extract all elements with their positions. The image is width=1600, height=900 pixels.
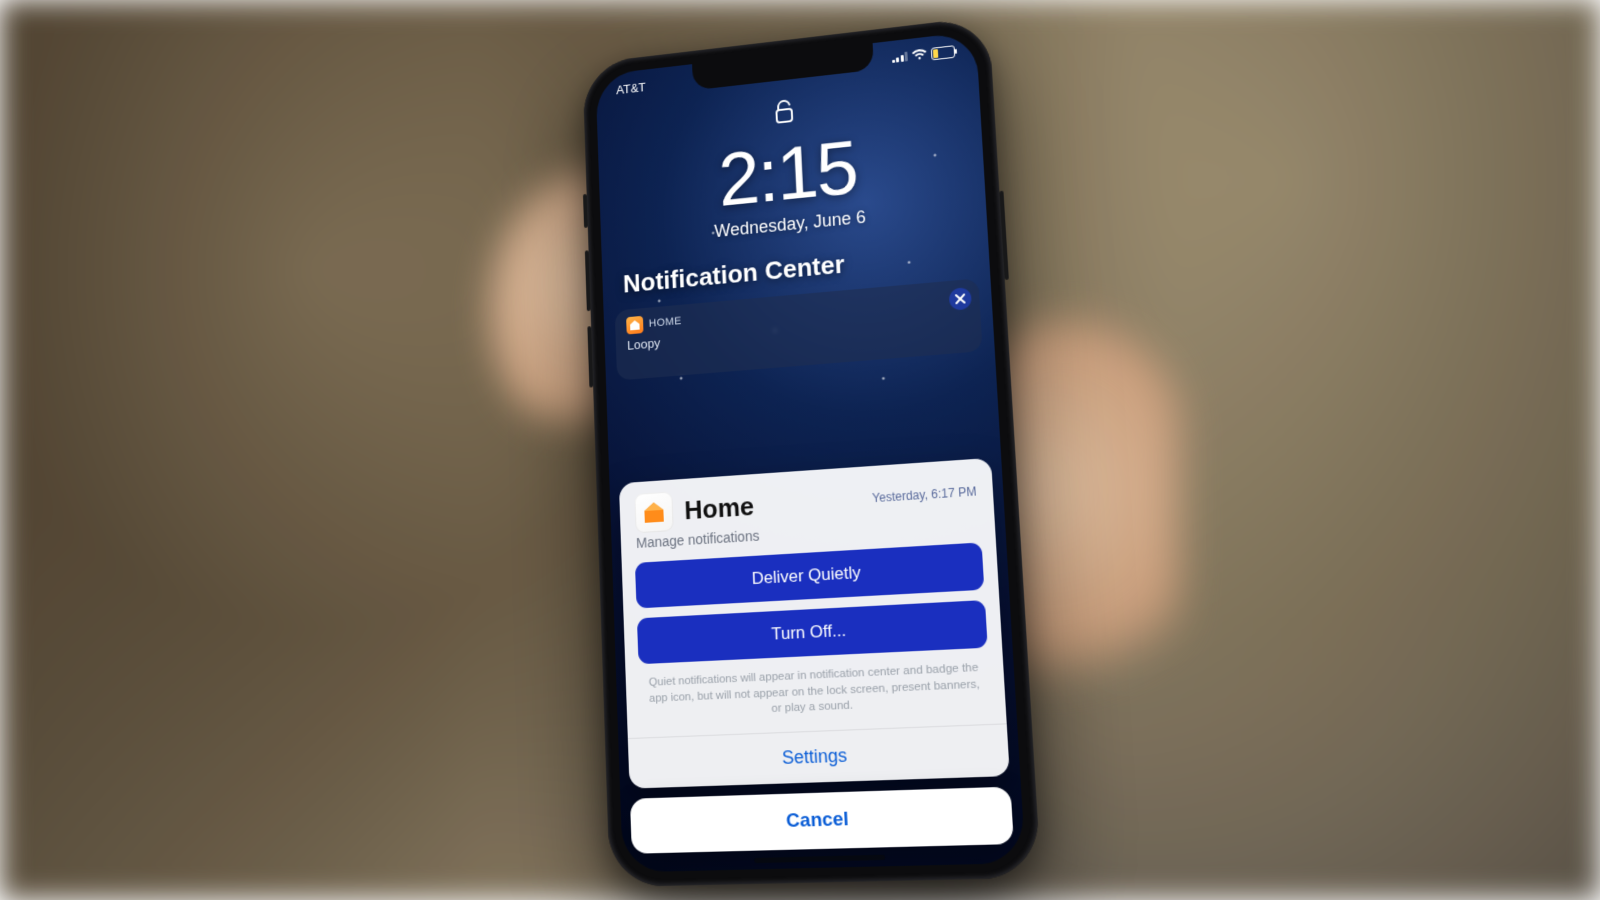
wifi-icon — [911, 48, 927, 61]
sheet-app-name: Home — [684, 491, 755, 526]
home-app-icon — [634, 492, 673, 534]
settings-label: Settings — [782, 745, 848, 768]
cancel-button[interactable]: Cancel — [630, 787, 1014, 854]
dismiss-notification-button[interactable] — [949, 287, 972, 311]
home-app-icon-small — [626, 316, 643, 335]
turn-off-button[interactable]: Turn Off... — [637, 600, 988, 664]
sheet-card: Home Yesterday, 6:17 PM Manage notificat… — [619, 458, 1010, 788]
mute-switch — [583, 194, 588, 228]
cellular-icon — [891, 52, 908, 63]
screen: AT&T 2:15 Wednesday, June 6 Notification… — [595, 31, 1025, 872]
iphone-frame: AT&T 2:15 Wednesday, June 6 Notification… — [582, 16, 1041, 887]
deliver-quietly-label: Deliver Quietly — [751, 563, 861, 589]
unlock-icon — [774, 98, 794, 125]
sheet-timestamp: Yesterday, 6:17 PM — [872, 485, 977, 506]
cancel-label: Cancel — [786, 808, 850, 832]
turn-off-label: Turn Off... — [771, 621, 847, 645]
notification-app-label: HOME — [649, 315, 682, 329]
carrier-label: AT&T — [616, 79, 646, 96]
battery-icon — [931, 45, 955, 60]
manage-notifications-sheet: Home Yesterday, 6:17 PM Manage notificat… — [619, 458, 1014, 854]
volume-up — [585, 250, 591, 311]
volume-down — [587, 326, 593, 388]
